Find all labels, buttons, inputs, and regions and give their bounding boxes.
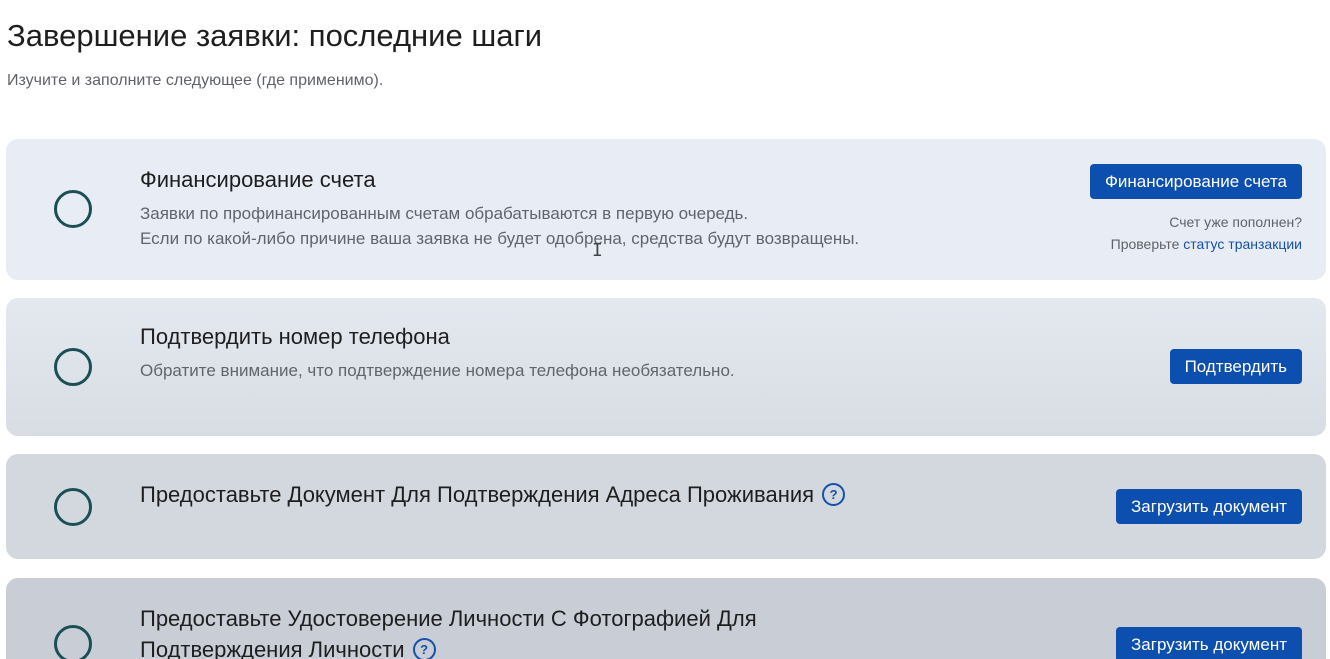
empty-circle-icon [54,488,92,526]
step-title: Предоставьте Документ Для Подтверждения … [140,482,846,508]
step-card-verify-phone: Подтвердить номер телефона Обратите вним… [6,298,1326,436]
text-cursor-icon: I [592,240,603,261]
step-title: Предоставьте Удостоверение Личности С Фо… [140,603,757,659]
step-card-address-document: Предоставьте Документ Для Подтверждения … [6,454,1326,559]
page-title: Завершение заявки: последние шаги [7,18,543,53]
step-title-line: Предоставьте Удостоверение Личности С Фо… [140,606,757,631]
funding-note: Счет уже пополнен? Проверьте статус тран… [1111,211,1302,255]
step-title: Подтвердить номер телефона [140,324,450,349]
funding-note-question: Счет уже пополнен? [1169,214,1302,230]
step-card-photo-id: Предоставьте Удостоверение Личности С Фо… [6,578,1326,659]
step-title-line: Подтверждения Личности? [140,634,757,659]
step-description-line: Заявки по профинансированным счетам обра… [140,204,749,223]
question-circle-icon[interactable]: ? [822,483,846,506]
empty-circle-icon [54,625,92,659]
page-subtitle: Изучите и заполните следующее (где приме… [7,72,384,89]
step-title: Финансирование счета [140,167,376,192]
step-title-text: Предоставьте Документ Для Подтверждения … [140,482,815,507]
application-page: Завершение заявки: последние шаги Изучит… [0,0,1330,659]
question-circle-icon[interactable]: ? [412,638,436,659]
verify-phone-button[interactable]: Подтвердить [1169,349,1302,384]
upload-photo-id-button[interactable]: Загрузить документ [1116,627,1302,659]
empty-circle-icon [54,348,92,386]
step-description: Заявки по профинансированным счетам обра… [140,201,859,251]
step-card-fund-account: Финансирование счета Заявки по профинанс… [6,139,1326,280]
funding-note-check: Проверьте статус транзакции [1111,233,1302,255]
empty-circle-icon [54,190,92,228]
upload-address-document-button[interactable]: Загрузить документ [1116,489,1302,524]
funding-note-prefix: Проверьте [1110,236,1184,252]
fund-account-button[interactable]: Финансирование счета [1089,164,1302,199]
step-description: Обратите внимание, что подтверждение ном… [140,361,735,380]
step-description-line: Если по какой-либо причине ваша заявка н… [140,229,860,248]
step-title-text: Подтверждения Личности [140,637,405,659]
transaction-status-link[interactable]: статус транзакции [1183,236,1302,252]
